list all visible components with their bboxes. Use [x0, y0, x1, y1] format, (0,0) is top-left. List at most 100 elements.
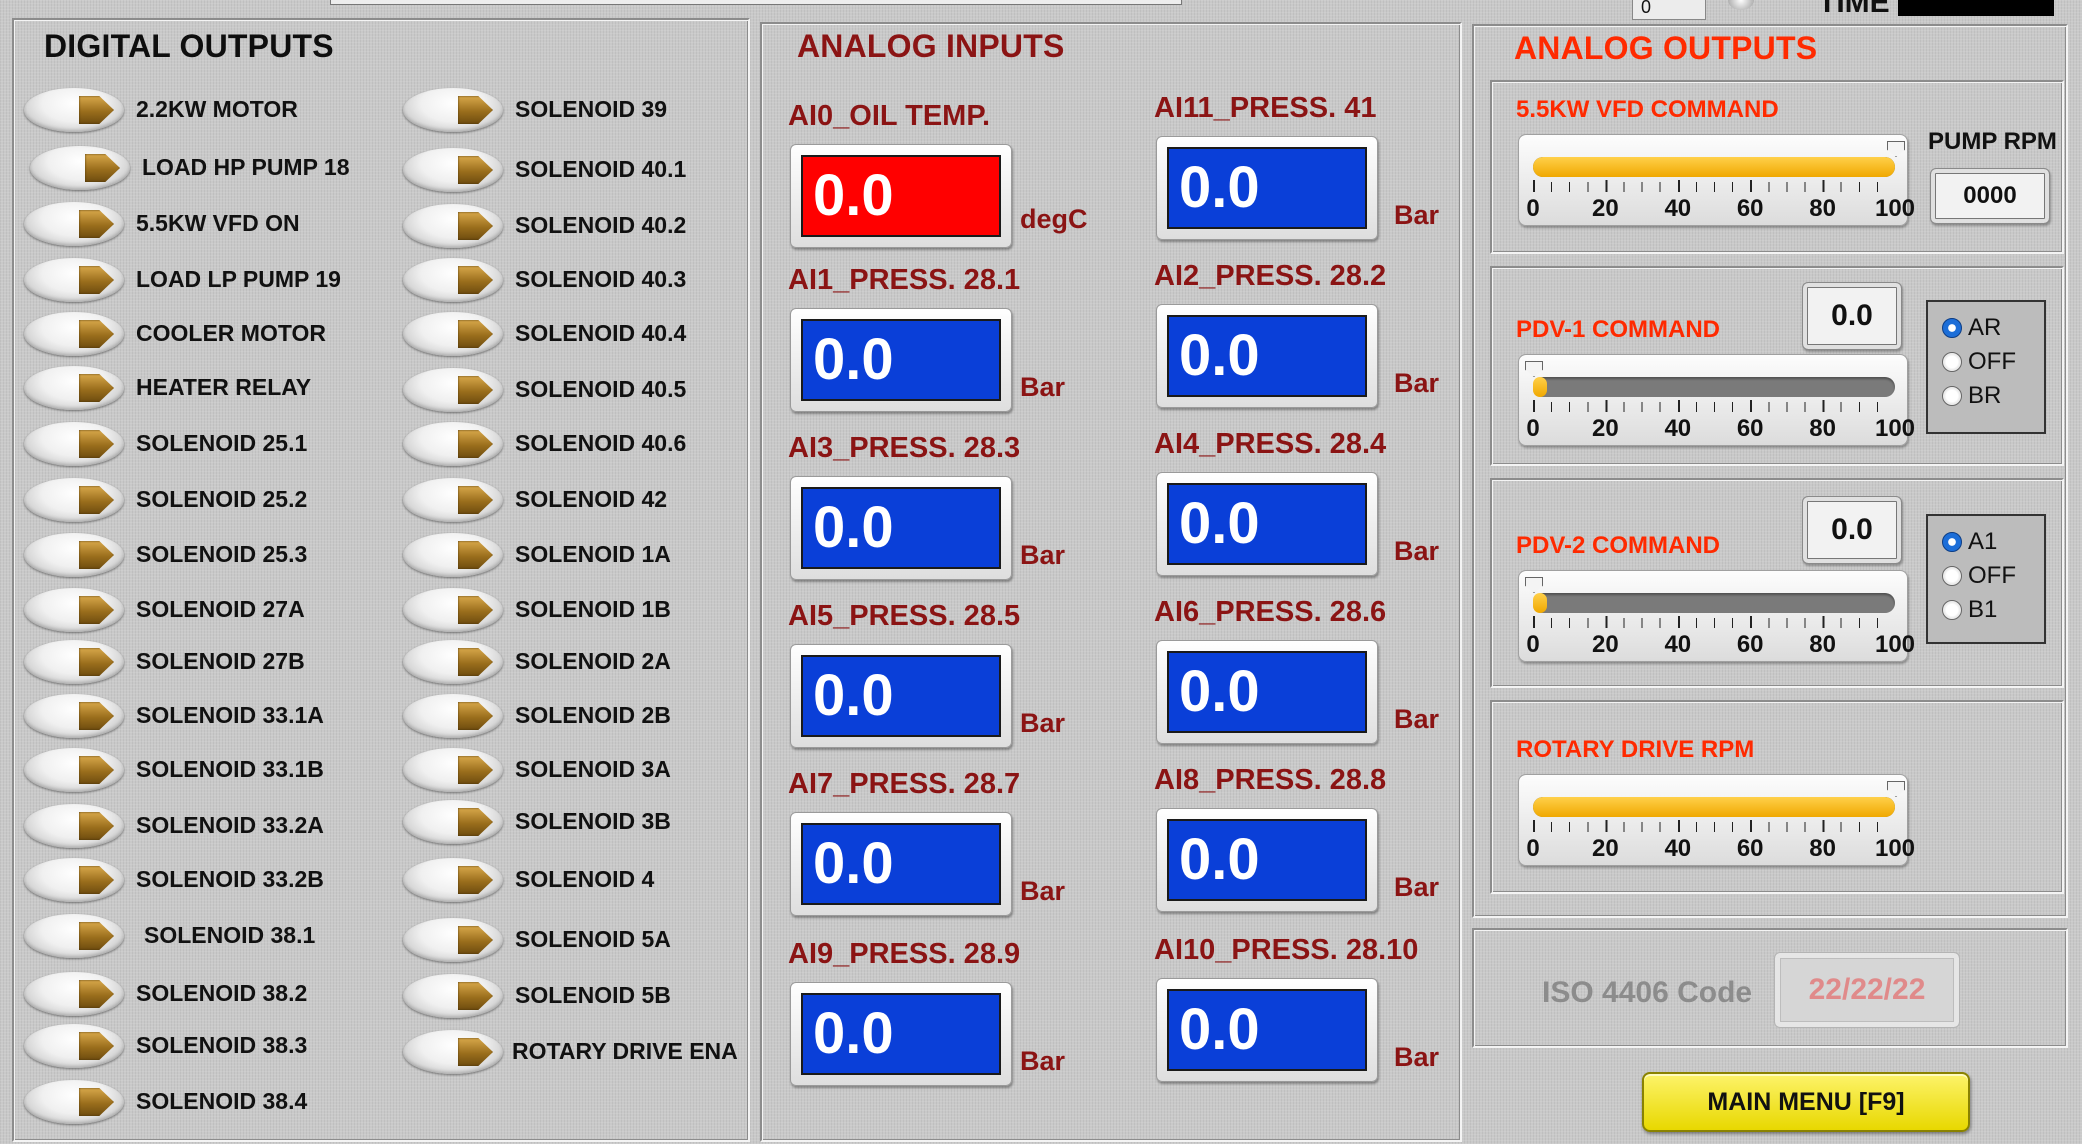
led-indicator-button[interactable]	[24, 202, 124, 246]
led-indicator-button[interactable]	[24, 748, 124, 792]
digital-output-label: SOLENOID 27B	[136, 648, 305, 674]
led-indicator-button[interactable]	[403, 258, 503, 302]
slider-track[interactable]	[1525, 361, 1895, 397]
led-indicator-button[interactable]	[403, 974, 503, 1018]
led-indicator-button[interactable]	[24, 588, 124, 632]
radio-option-b1[interactable]: B1	[1942, 596, 1997, 624]
analog-input-label: AI10_PRESS. 28.10	[1154, 934, 1419, 966]
vfd-command-slider[interactable]: 0 20 40 60 80 100	[1518, 134, 1915, 226]
rotary-drive-rpm-slider[interactable]: 0 20 40 60 80 100	[1518, 774, 1915, 866]
radio-option-br[interactable]: BR	[1942, 382, 2001, 410]
led-indicator-button[interactable]	[403, 694, 503, 738]
led-indicator-button[interactable]	[24, 858, 124, 902]
digital-output-label: SOLENOID 33.2B	[136, 866, 324, 892]
radio-button-icon[interactable]	[1942, 318, 1962, 338]
slider-thumb-icon[interactable]	[1525, 577, 1543, 593]
led-indicator-button[interactable]	[24, 312, 124, 356]
radio-button-icon[interactable]	[1942, 600, 1962, 620]
slider-track[interactable]	[1533, 141, 1905, 177]
led-indicator-button[interactable]	[403, 800, 503, 844]
led-indicator-button[interactable]	[24, 366, 124, 410]
led-indicator-button[interactable]	[24, 914, 124, 958]
led-indicator-button[interactable]	[24, 533, 124, 577]
radio-option-label: OFF	[1968, 348, 2016, 375]
led-indicator-button[interactable]	[24, 478, 124, 522]
analog-input-value: 0.0	[1167, 147, 1367, 229]
analog-input-label: AI8_PRESS. 28.8	[1154, 764, 1387, 796]
led-indicator-button[interactable]	[403, 478, 503, 522]
digital-output-label: SOLENOID 40.5	[515, 376, 687, 402]
analog-input-indicator: 0.0	[1156, 472, 1378, 576]
analog-input-unit: Bar	[1020, 372, 1066, 402]
led-indicator-button[interactable]	[24, 422, 124, 466]
digital-output-label: SOLENOID 25.2	[136, 486, 308, 512]
led-indicator-button[interactable]	[403, 748, 503, 792]
pdv1-command-slider[interactable]: 0 20 40 60 80 100	[1518, 354, 1915, 446]
slider-track[interactable]	[1525, 577, 1895, 613]
radio-option-ar[interactable]: AR	[1942, 314, 2001, 342]
led-indicator-button[interactable]	[403, 148, 503, 192]
radio-button-icon[interactable]	[1942, 352, 1962, 372]
radio-button-icon[interactable]	[1942, 386, 1962, 406]
led-indicator-button[interactable]	[24, 972, 124, 1016]
digital-output-label: SOLENOID 3B	[515, 808, 671, 834]
analog-input-label: AI5_PRESS. 28.5	[788, 600, 1021, 632]
led-indicator-button[interactable]	[403, 918, 503, 962]
led-indicator-button[interactable]	[30, 146, 130, 190]
slider-scale-label: 20	[1592, 631, 1619, 658]
led-indicator-button[interactable]	[403, 368, 503, 412]
digital-output-label: SOLENOID 40.6	[515, 430, 687, 456]
led-indicator-button[interactable]	[403, 588, 503, 632]
digital-output-label: SOLENOID 5A	[515, 926, 671, 952]
slider-track[interactable]	[1533, 781, 1905, 817]
led-indicator-button[interactable]	[24, 804, 124, 848]
pdv1-mode-selector[interactable]: AR OFF BR	[1926, 300, 2046, 434]
analog-input-indicator: 0.0	[790, 144, 1012, 248]
led-indicator-button[interactable]	[403, 312, 503, 356]
led-indicator-button[interactable]	[403, 204, 503, 248]
led-indicator-button[interactable]	[403, 88, 503, 132]
analog-input-value: 0.0	[801, 155, 1001, 237]
top-toggle-knob[interactable]	[1728, 0, 1754, 10]
digital-outputs-title: DIGITAL OUTPUTS	[44, 28, 334, 64]
led-indicator-button[interactable]	[403, 1030, 503, 1074]
radio-button-icon[interactable]	[1942, 566, 1962, 586]
slider-thumb-icon[interactable]	[1887, 141, 1905, 157]
main-menu-button[interactable]: MAIN MENU [F9]	[1642, 1072, 1970, 1132]
pdv2-command-slider[interactable]: 0 20 40 60 80 100	[1518, 570, 1915, 662]
analog-input-label: AI11_PRESS. 41	[1154, 92, 1377, 124]
analog-input-label: AI3_PRESS. 28.3	[788, 432, 1021, 464]
digital-outputs-panel	[12, 18, 750, 1142]
led-indicator-button[interactable]	[403, 533, 503, 577]
radio-option-a1[interactable]: A1	[1942, 528, 1997, 556]
analog-input-indicator: 0.0	[790, 982, 1012, 1086]
digital-output-label: SOLENOID 38.3	[136, 1032, 308, 1058]
led-indicator-button[interactable]	[403, 640, 503, 684]
led-indicator-button[interactable]	[24, 694, 124, 738]
slider-scale-label: 100	[1874, 195, 1916, 222]
led-indicator-button[interactable]	[24, 640, 124, 684]
slider-scale-label: 0	[1526, 415, 1540, 442]
pdv2-command-readout[interactable]: 0.0	[1802, 496, 1902, 564]
led-indicator-button[interactable]	[24, 258, 124, 302]
radio-option-label: AR	[1968, 314, 2002, 341]
radio-option-off[interactable]: OFF	[1942, 562, 2016, 590]
analog-input-value: 0.0	[1167, 989, 1367, 1071]
led-indicator-button[interactable]	[24, 88, 124, 132]
pdv1-command-readout[interactable]: 0.0	[1802, 282, 1902, 350]
slider-scale-label: 80	[1809, 631, 1836, 658]
led-indicator-button[interactable]	[24, 1080, 124, 1124]
pdv2-mode-selector[interactable]: A1 OFF B1	[1926, 514, 2046, 644]
radio-button-icon[interactable]	[1942, 532, 1962, 552]
top-small-numeric[interactable]: 0	[1632, 0, 1706, 20]
analog-input-label: AI0_OIL TEMP.	[788, 100, 990, 132]
radio-option-off[interactable]: OFF	[1942, 348, 2016, 376]
slider-thumb-icon[interactable]	[1887, 781, 1905, 797]
digital-output-label: SOLENOID 40.2	[515, 212, 687, 238]
slider-fill	[1533, 377, 1548, 397]
slider-thumb-icon[interactable]	[1525, 361, 1543, 377]
led-indicator-button[interactable]	[403, 858, 503, 902]
slider-fill	[1533, 593, 1548, 613]
led-indicator-button[interactable]	[24, 1024, 124, 1068]
led-indicator-button[interactable]	[403, 422, 503, 466]
